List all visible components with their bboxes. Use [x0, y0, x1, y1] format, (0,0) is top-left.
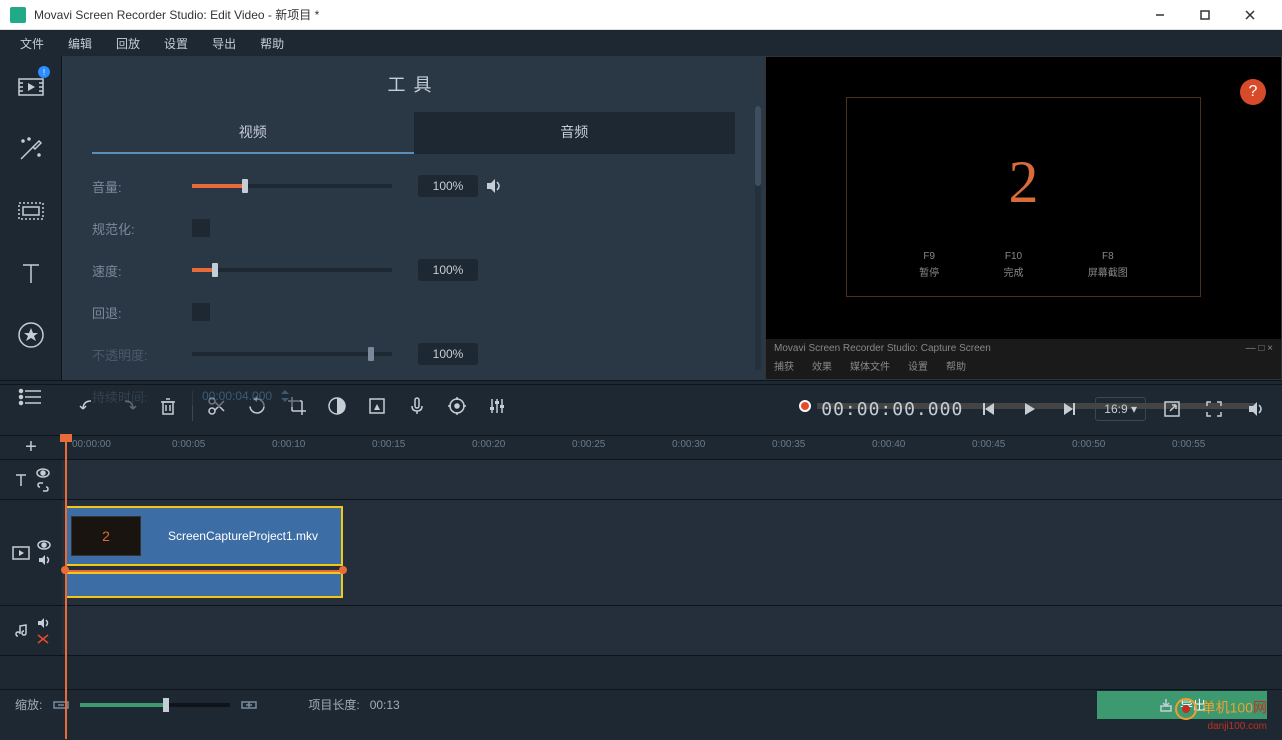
watermark: 单机100网 danji100.com: [1174, 697, 1267, 732]
preview-control-finish: F10完成: [1003, 249, 1023, 281]
clip-fade-line: [65, 570, 343, 572]
video-clip[interactable]: 2 ScreenCaptureProject1.mkv: [65, 506, 343, 566]
menu-settings[interactable]: 设置: [152, 32, 200, 55]
stickers-button[interactable]: [0, 304, 62, 366]
app-icon: [10, 7, 26, 23]
video-track-icon: [11, 545, 31, 561]
title-track-head: [0, 460, 62, 499]
menubar: 文件 编辑 回放 设置 导出 帮助: [0, 30, 1282, 56]
watermark-icon: [1174, 697, 1198, 721]
menu-edit[interactable]: 编辑: [56, 32, 104, 55]
play-button[interactable]: [1013, 393, 1045, 425]
transitions-button[interactable]: [0, 180, 62, 242]
speed-label: 速度:: [92, 261, 192, 280]
capture-title: Movavi Screen Recorder Studio: Capture S…: [774, 343, 991, 354]
tools-title: 工具: [92, 71, 735, 97]
music-track-icon: [12, 622, 30, 640]
menu-help[interactable]: 帮助: [248, 32, 296, 55]
mute-track-icon[interactable]: [37, 554, 51, 566]
volume-button[interactable]: [1240, 393, 1272, 425]
preview-viewport: 2 F9暂停 F10完成 F8屏幕截图: [846, 97, 1201, 297]
preview-control-screenshot: F8屏幕截图: [1088, 249, 1128, 281]
zoom-in-icon[interactable]: [240, 698, 258, 712]
zoom-out-icon[interactable]: [52, 698, 70, 712]
audio-track-head: [0, 606, 62, 655]
next-frame-button[interactable]: [1053, 393, 1085, 425]
prev-frame-button[interactable]: [973, 393, 1005, 425]
capture-subwindow: Movavi Screen Recorder Studio: Capture S…: [766, 339, 1281, 379]
timecode: 00:00:00.000: [821, 399, 963, 420]
opacity-label: 不透明度:: [92, 345, 192, 364]
video-track[interactable]: 2 ScreenCaptureProject1.mkv: [62, 500, 1282, 605]
titlebar: Movavi Screen Recorder Studio: Edit Vide…: [0, 0, 1282, 30]
speed-slider[interactable]: [192, 268, 392, 272]
reverse-checkbox[interactable]: [192, 303, 210, 321]
project-length-label: 项目长度:: [308, 696, 359, 713]
opacity-slider[interactable]: [192, 352, 392, 356]
add-track-button[interactable]: +: [0, 436, 62, 459]
speed-value[interactable]: 100%: [418, 259, 478, 281]
audio-clip[interactable]: [65, 572, 343, 598]
more-button[interactable]: [0, 366, 62, 428]
left-toolbar: !: [0, 56, 62, 380]
preview-control-pause: F9暂停: [919, 249, 939, 281]
timeline-ruler[interactable]: + 00:00:00 0:00:05 0:00:10 0:00:15 0:00:…: [0, 435, 1282, 459]
title-track[interactable]: [62, 460, 1282, 499]
tools-panel: 工具 视频 音频 音量: 100% 规范化: 速度: 100% 回退: 不透明度…: [62, 56, 765, 380]
clip-thumbnail: 2: [71, 516, 141, 556]
redo-button[interactable]: [112, 390, 144, 422]
menu-playback[interactable]: 回放: [104, 32, 152, 55]
timeline-tracks: 2 ScreenCaptureProject1.mkv: [0, 459, 1282, 689]
tools-scrollbar[interactable]: [755, 106, 761, 370]
mute-icon[interactable]: [478, 170, 510, 202]
volume-slider[interactable]: [192, 184, 392, 188]
duration-value[interactable]: 00:00:04.000: [192, 385, 300, 407]
title-track-icon: [12, 471, 30, 489]
fullscreen-button[interactable]: [1198, 393, 1230, 425]
link-icon[interactable]: [36, 482, 50, 492]
video-track-head: [0, 500, 62, 605]
playhead[interactable]: [65, 436, 67, 739]
visibility-icon[interactable]: [37, 540, 51, 550]
minimize-button[interactable]: [1137, 0, 1182, 30]
reverse-label: 回退:: [92, 303, 192, 322]
volume-value[interactable]: 100%: [418, 175, 478, 197]
titles-button[interactable]: [0, 242, 62, 304]
unlink-icon[interactable]: [36, 633, 50, 645]
help-button[interactable]: ?: [1240, 79, 1266, 105]
filters-button[interactable]: [0, 118, 62, 180]
aspect-ratio-select[interactable]: 16:9 ▾: [1095, 397, 1146, 421]
menu-export[interactable]: 导出: [200, 32, 248, 55]
zoom-slider[interactable]: [80, 703, 230, 707]
opacity-value[interactable]: 100%: [418, 343, 478, 365]
preview-panel: ? 2 F9暂停 F10完成 F8屏幕截图 Movavi Screen Reco…: [765, 56, 1282, 380]
mute-track-icon[interactable]: [36, 617, 50, 629]
detach-preview-button[interactable]: [1156, 393, 1188, 425]
tab-audio[interactable]: 音频: [414, 112, 736, 154]
media-button[interactable]: !: [0, 56, 62, 118]
menu-file[interactable]: 文件: [8, 32, 56, 55]
maximize-button[interactable]: [1182, 0, 1227, 30]
clip-handle-right[interactable]: [339, 566, 347, 574]
tab-video[interactable]: 视频: [92, 112, 414, 154]
volume-label: 音量:: [92, 177, 192, 196]
bottom-bar: 缩放: 项目长度: 00:13 导出: [0, 689, 1282, 719]
countdown-number: 2: [847, 148, 1200, 217]
normalize-checkbox[interactable]: [192, 219, 210, 237]
clip-filename: ScreenCaptureProject1.mkv: [145, 529, 341, 543]
normalize-label: 规范化:: [92, 219, 192, 238]
window-title: Movavi Screen Recorder Studio: Edit Vide…: [34, 6, 1137, 23]
zoom-label: 缩放:: [15, 696, 42, 713]
close-button[interactable]: [1227, 0, 1272, 30]
project-length-value: 00:13: [370, 698, 400, 712]
audio-track[interactable]: [62, 606, 1282, 655]
visibility-icon[interactable]: [36, 468, 50, 478]
ruler-ticks[interactable]: 00:00:00 0:00:05 0:00:10 0:00:15 0:00:20…: [62, 436, 1282, 459]
